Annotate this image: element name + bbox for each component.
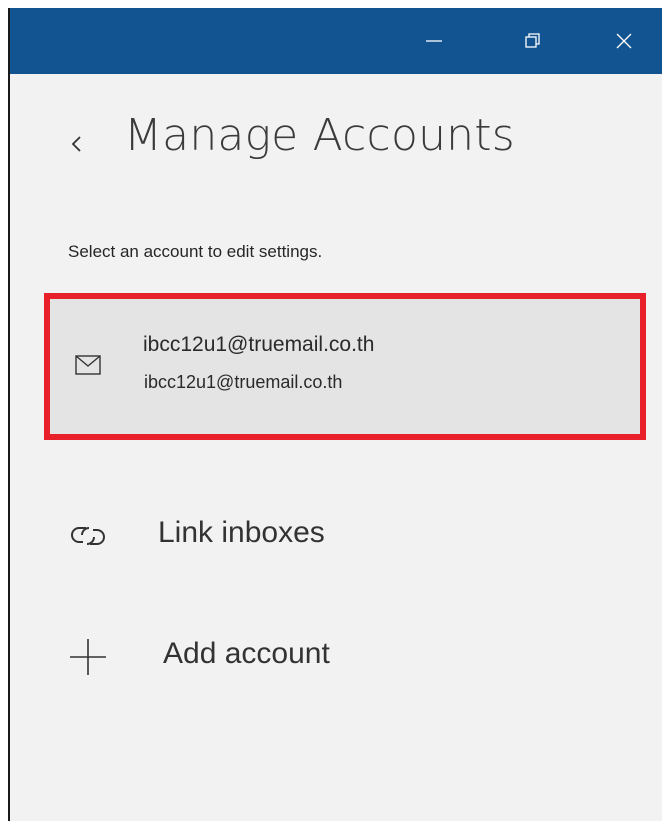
close-button[interactable] xyxy=(596,8,652,74)
page-header: Manage Accounts xyxy=(10,104,662,184)
title-bar xyxy=(10,8,662,74)
back-button[interactable] xyxy=(58,122,94,166)
page-title: Manage Accounts xyxy=(124,110,515,161)
add-account-button[interactable]: Add account xyxy=(50,625,610,689)
plus-icon xyxy=(70,639,106,675)
link-inboxes-label: Link inboxes xyxy=(158,516,325,549)
account-display-name: ibcc12u1@truemail.co.th xyxy=(143,333,375,356)
minimize-button[interactable] xyxy=(406,8,462,74)
account-item[interactable]: ibcc12u1@truemail.co.th ibcc12u1@truemai… xyxy=(44,293,646,440)
instructions-text: Select an account to edit settings. xyxy=(68,242,323,261)
close-icon xyxy=(616,33,632,49)
link-icon xyxy=(71,527,105,545)
mail-icon xyxy=(75,355,101,375)
minimize-icon xyxy=(426,40,442,42)
restore-button[interactable] xyxy=(505,8,561,74)
add-account-label: Add account xyxy=(163,637,330,670)
account-email: ibcc12u1@truemail.co.th xyxy=(144,372,343,392)
chevron-left-icon xyxy=(71,136,81,152)
app-window: Manage Accounts Select an account to edi… xyxy=(8,8,662,821)
restore-icon xyxy=(525,33,540,48)
link-inboxes-button[interactable]: Link inboxes xyxy=(50,504,610,568)
